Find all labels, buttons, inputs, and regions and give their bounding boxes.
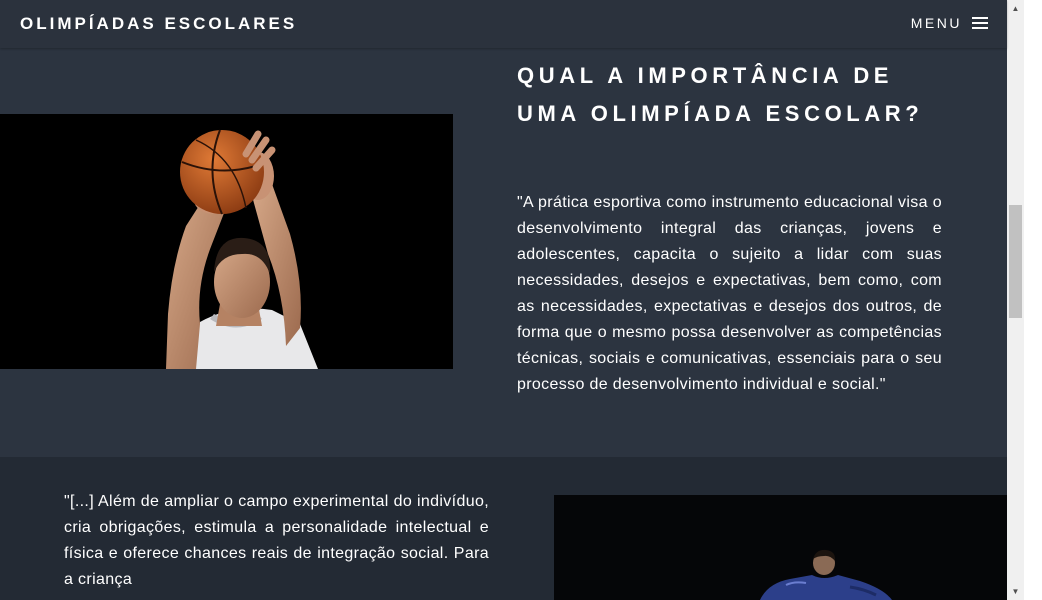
basketball-player-photo (0, 114, 453, 369)
athlete-photo (554, 495, 1007, 600)
scroll-down-arrow-icon[interactable]: ▼ (1007, 583, 1024, 600)
benefits-quote: "[...] Além de ampliar o campo experimen… (64, 493, 489, 588)
top-navbar: OLIMPÍADAS ESCOLARES MENU (0, 0, 1007, 48)
menu-button[interactable]: MENU (911, 15, 988, 31)
scrollbar-thumb[interactable] (1009, 205, 1022, 318)
menu-label: MENU (910, 15, 962, 31)
site-brand[interactable]: OLIMPÍADAS ESCOLARES (20, 14, 297, 34)
scroll-up-arrow-icon[interactable]: ▲ (1007, 0, 1024, 17)
vertical-scrollbar[interactable]: ▲ ▼ (1007, 0, 1024, 600)
benefits-section: "[...] Além de ampliar o campo experimen… (0, 457, 1007, 600)
importance-quote: "A prática esportiva como instrumento ed… (517, 194, 942, 393)
window-edge (1024, 0, 1042, 600)
importance-section: QUAL A IMPORTÂNCIA DE UMA OLIMPÍADA ESCO… (0, 48, 1007, 457)
hamburger-icon (972, 16, 988, 30)
section-heading: QUAL A IMPORTÂNCIA DE UMA OLIMPÍADA ESCO… (517, 63, 924, 126)
